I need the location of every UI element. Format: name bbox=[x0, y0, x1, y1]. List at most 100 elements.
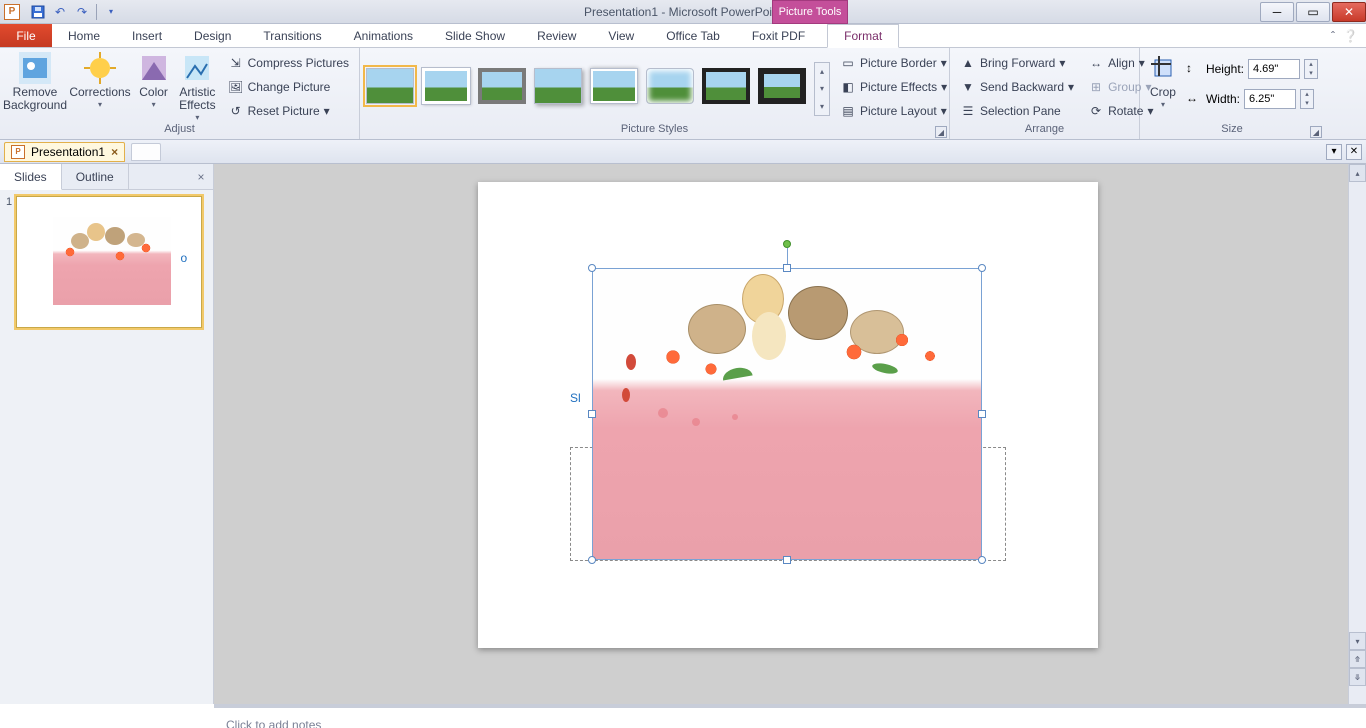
tab-home[interactable]: Home bbox=[52, 24, 116, 47]
height-spinner[interactable]: ▴▾ bbox=[1304, 59, 1318, 79]
bring-forward-button[interactable]: ▲Bring Forward ▾ bbox=[956, 52, 1078, 74]
document-tab[interactable]: P Presentation1 × bbox=[4, 142, 125, 162]
width-spinner[interactable]: ▴▾ bbox=[1300, 89, 1314, 109]
height-label: Height: bbox=[1206, 62, 1244, 76]
doc-tab-close-icon[interactable]: × bbox=[111, 145, 118, 159]
tab-design[interactable]: Design bbox=[178, 24, 247, 47]
change-picture-button[interactable]: 🖼 Change Picture bbox=[224, 76, 353, 98]
group-arrange-label: Arrange bbox=[956, 123, 1133, 139]
prev-slide-icon[interactable]: ⤊ bbox=[1349, 650, 1366, 668]
send-backward-icon: ▼ bbox=[960, 79, 976, 95]
qat-customize-icon[interactable]: ▾ bbox=[101, 2, 121, 22]
style-thumb-4[interactable] bbox=[534, 68, 582, 104]
resize-handle-tr[interactable] bbox=[978, 264, 986, 272]
corrections-label: Corrections bbox=[69, 86, 130, 99]
tab-officetab[interactable]: Office Tab bbox=[650, 24, 736, 47]
reset-picture-button[interactable]: ↺Reset Picture ▾ bbox=[224, 100, 353, 122]
crop-icon bbox=[1147, 52, 1179, 84]
tab-transitions[interactable]: Transitions bbox=[247, 24, 337, 47]
doctabs-right-controls: ▾ ✕ bbox=[1326, 144, 1362, 160]
compress-pictures-button[interactable]: ⇲Compress Pictures bbox=[224, 52, 353, 74]
styles-gallery-more[interactable]: ▴▾▾ bbox=[814, 62, 830, 116]
tab-review[interactable]: Review bbox=[521, 24, 592, 47]
selection-pane-button[interactable]: ☰Selection Pane bbox=[956, 100, 1078, 122]
next-slide-icon[interactable]: ⤋ bbox=[1349, 668, 1366, 686]
restore-button[interactable]: ▭ bbox=[1296, 2, 1330, 22]
bring-forward-label: Bring Forward bbox=[980, 56, 1055, 70]
width-input[interactable] bbox=[1244, 89, 1296, 109]
bring-forward-icon: ▲ bbox=[960, 55, 976, 71]
style-thumb-8[interactable] bbox=[758, 68, 806, 104]
selected-picture[interactable] bbox=[592, 268, 982, 560]
picture-effects-icon: ◧ bbox=[840, 79, 856, 95]
scroll-down-icon[interactable]: ▾ bbox=[1349, 632, 1366, 650]
resize-handle-bm[interactable] bbox=[783, 556, 791, 564]
remove-background-button[interactable]: Remove Background bbox=[6, 50, 64, 112]
color-button[interactable]: Color▾ bbox=[136, 50, 171, 110]
slide-canvas[interactable]: Slro bbox=[478, 182, 1098, 648]
slide-thumbnail[interactable]: So bbox=[16, 196, 202, 328]
group-size: Crop▾ ↕ Height: ▴▾ ↔ Width: ▴▾ Size ◢ bbox=[1140, 48, 1324, 139]
doctabs-dropdown[interactable]: ▾ bbox=[1326, 144, 1342, 160]
artistic-effects-button[interactable]: Artistic Effects▾ bbox=[177, 50, 217, 123]
styles-launcher[interactable]: ◢ bbox=[935, 126, 947, 138]
new-document-tab[interactable] bbox=[131, 143, 161, 161]
tab-slideshow[interactable]: Slide Show bbox=[429, 24, 521, 47]
rotate-icon: ⟳ bbox=[1088, 103, 1104, 119]
resize-handle-ml[interactable] bbox=[588, 410, 596, 418]
help-icon[interactable]: ❔ bbox=[1343, 29, 1358, 43]
notes-placeholder: Click to add notes bbox=[226, 718, 321, 728]
rotation-handle[interactable] bbox=[783, 240, 791, 248]
crop-button[interactable]: Crop▾ bbox=[1146, 50, 1180, 110]
resize-handle-br[interactable] bbox=[978, 556, 986, 564]
tab-insert[interactable]: Insert bbox=[116, 24, 178, 47]
file-tab[interactable]: File bbox=[0, 24, 52, 47]
resize-handle-tm[interactable] bbox=[783, 264, 791, 272]
tab-animations[interactable]: Animations bbox=[338, 24, 429, 47]
style-thumb-6[interactable] bbox=[646, 68, 694, 104]
corrections-button[interactable]: Corrections▾ bbox=[70, 50, 130, 110]
redo-icon[interactable]: ↷ bbox=[72, 2, 92, 22]
picture-effects-button[interactable]: ◧Picture Effects ▾ bbox=[836, 76, 951, 98]
thumb-picture bbox=[53, 217, 171, 305]
editor-scrollbar[interactable]: ▴ ▾ ⤊ ⤋ bbox=[1348, 164, 1366, 704]
title-bar: P ↶ ↷ ▾ Presentation1 - Microsoft PowerP… bbox=[0, 0, 1366, 24]
change-picture-icon: 🖼 bbox=[228, 79, 244, 95]
style-thumb-1[interactable] bbox=[366, 68, 414, 104]
group-adjust: Remove Background Corrections▾ Color▾ Ar… bbox=[0, 48, 360, 139]
height-row: ↕ Height: ▴▾ bbox=[1186, 58, 1318, 80]
sidetab-slides[interactable]: Slides bbox=[0, 164, 62, 190]
artistic-effects-icon bbox=[181, 52, 213, 84]
save-icon[interactable] bbox=[28, 2, 48, 22]
slide-editor[interactable]: Slro bbox=[214, 164, 1366, 704]
group-icon: ⊞ bbox=[1088, 79, 1104, 95]
scroll-up-icon[interactable]: ▴ bbox=[1349, 164, 1366, 182]
sidetab-close-icon[interactable]: × bbox=[189, 164, 213, 189]
tab-format[interactable]: Format bbox=[827, 24, 899, 48]
change-label: Change Picture bbox=[248, 80, 331, 94]
size-launcher[interactable]: ◢ bbox=[1310, 126, 1322, 138]
resize-handle-bl[interactable] bbox=[588, 556, 596, 564]
undo-icon[interactable]: ↶ bbox=[50, 2, 70, 22]
resize-handle-mr[interactable] bbox=[978, 410, 986, 418]
style-thumb-3[interactable] bbox=[478, 68, 526, 104]
reset-picture-icon: ↺ bbox=[228, 103, 244, 119]
sidetab-outline[interactable]: Outline bbox=[62, 164, 129, 189]
minimize-button[interactable]: ─ bbox=[1260, 2, 1294, 22]
close-button[interactable]: ✕ bbox=[1332, 2, 1366, 22]
height-input[interactable] bbox=[1248, 59, 1300, 79]
notes-pane[interactable]: Click to add notes bbox=[214, 704, 1366, 728]
size-inputs: ↕ Height: ▴▾ ↔ Width: ▴▾ bbox=[1186, 50, 1318, 110]
picture-layout-button[interactable]: ▤Picture Layout ▾ bbox=[836, 100, 951, 122]
resize-handle-tl[interactable] bbox=[588, 264, 596, 272]
tab-view[interactable]: View bbox=[592, 24, 650, 47]
minimize-ribbon-icon[interactable]: ˆ bbox=[1331, 29, 1335, 43]
style-thumb-2[interactable] bbox=[422, 68, 470, 104]
send-backward-button[interactable]: ▼Send Backward ▾ bbox=[956, 76, 1078, 98]
picture-border-button[interactable]: ▭Picture Border ▾ bbox=[836, 52, 951, 74]
thumb-row-1: 1 So bbox=[6, 196, 207, 328]
doctabs-close[interactable]: ✕ bbox=[1346, 144, 1362, 160]
style-thumb-5[interactable] bbox=[590, 68, 638, 104]
tab-foxit[interactable]: Foxit PDF bbox=[736, 24, 821, 47]
style-thumb-7[interactable] bbox=[702, 68, 750, 104]
